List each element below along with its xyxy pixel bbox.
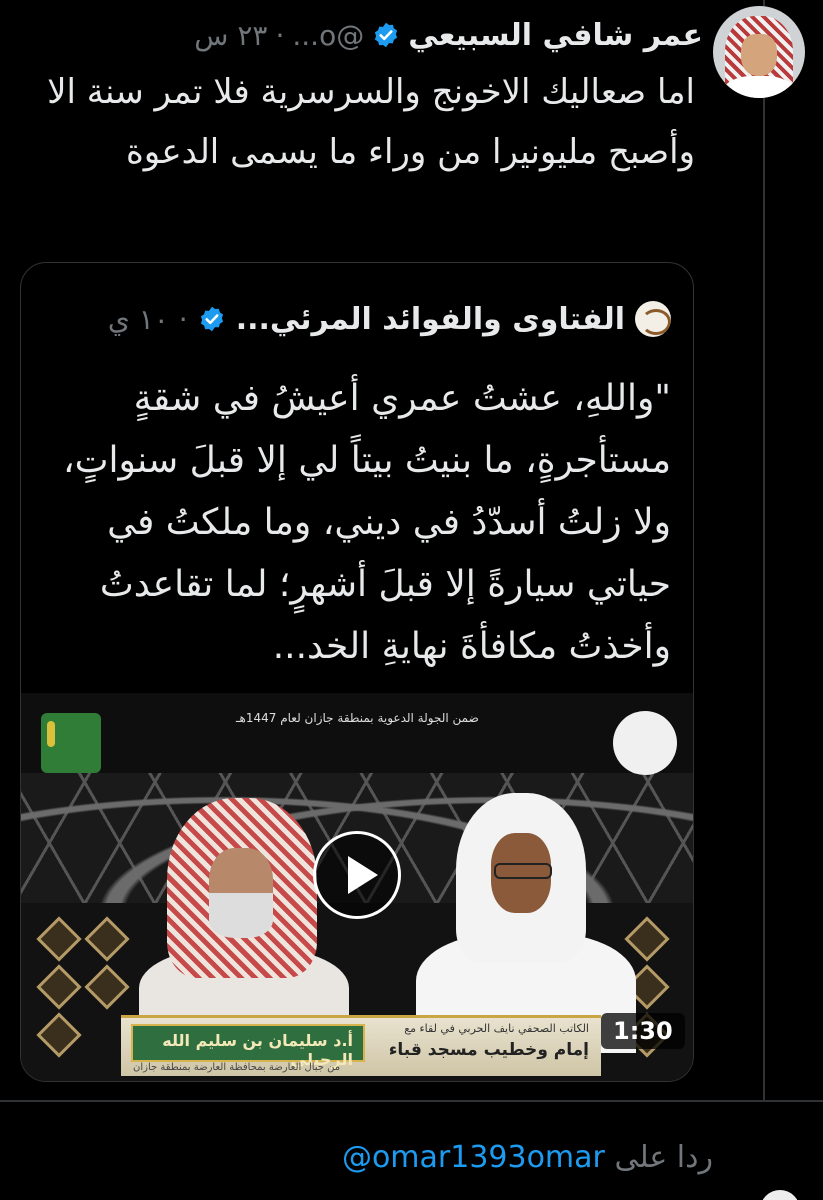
video-duration: 1:30: [601, 1013, 685, 1049]
verified-badge-icon: [375, 22, 398, 48]
tweet-text: اما صعاليك الاخونج والسرسرية فلا تمر سنة…: [47, 72, 695, 172]
organization-logo: [613, 711, 677, 775]
separator: [0, 1100, 823, 1102]
thread-line: [763, 0, 765, 1100]
tweet-page: عمر شافي السبيعي @o... · ٢٣ س اما صعاليك…: [0, 0, 823, 1200]
quoted-timestamp: ١٠ ي: [107, 302, 169, 336]
quoted-tweet-card[interactable]: الفتاوى والفوائد المرئي... · ١٠ ي "والله…: [20, 262, 694, 1082]
quoted-author-name: الفتاوى والفوائد المرئي...: [235, 301, 625, 337]
play-icon[interactable]: [313, 831, 401, 919]
author-name[interactable]: عمر شافي السبيعي: [408, 18, 703, 53]
author-handle[interactable]: @o...: [292, 19, 364, 52]
reply-context: ردا على @omar1393omar: [342, 1140, 713, 1175]
reply-prefix: ردا على: [614, 1140, 713, 1175]
avatar[interactable]: [713, 6, 805, 98]
avatar-thobe: [723, 76, 795, 98]
lower-third-bottom: من جبال العارضة بمحافظة العارضة بمنطقة ج…: [133, 1062, 341, 1073]
video-top-band: [21, 693, 693, 783]
tweet-timestamp[interactable]: ٢٣ س: [194, 19, 267, 52]
video-lower-third: أ.د سليمان بن سليم الله الرحيلي الكاتب ا…: [121, 1015, 601, 1076]
quoted-tweet-header: الفتاوى والفوائد المرئي... · ١٠ ي: [108, 301, 671, 337]
reply-handle-link[interactable]: @omar1393omar: [342, 1140, 605, 1175]
quoted-separator: ·: [178, 302, 188, 336]
header-separator: ·: [275, 18, 285, 52]
next-tweet-avatar[interactable]: [760, 1190, 800, 1200]
video-banner-text: ضمن الجولة الدعوية بمنطقة جازان لعام 144…: [236, 711, 479, 725]
verified-badge-icon: [200, 306, 223, 332]
lower-third-subtitle: إمام وخطيب مسجد قباء: [388, 1040, 589, 1060]
quoted-avatar: [635, 301, 671, 337]
lower-third-name-box: أ.د سليمان بن سليم الله الرحيلي: [131, 1024, 365, 1069]
lower-third-title: الكاتب الصحفي نايف الحربي في لقاء مع: [404, 1022, 589, 1035]
video-player[interactable]: ضمن الجولة الدعوية بمنطقة جازان لعام 144…: [21, 693, 693, 1081]
video-person-left: [139, 798, 349, 1048]
quoted-tweet-text: "واللهِ، عشتُ عمري أعيشُ في شقةٍ مستأجرة…: [63, 378, 671, 667]
channel-logo: [41, 713, 101, 773]
avatar-face: [741, 34, 777, 76]
tweet-header: عمر شافي السبيعي @o... · ٢٣ س: [194, 10, 703, 60]
